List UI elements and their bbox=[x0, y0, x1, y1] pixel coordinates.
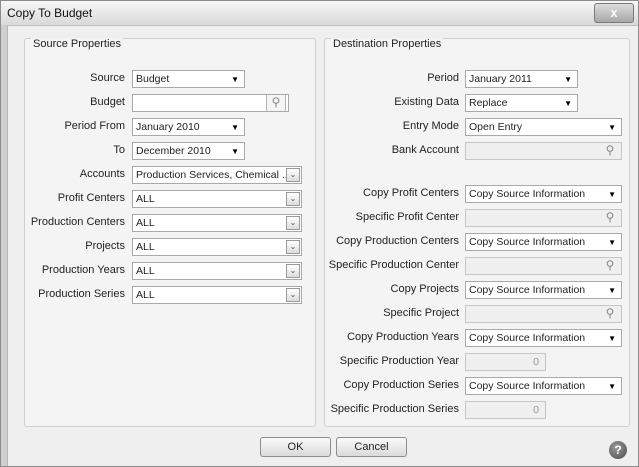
specific-project-label: Specific Project bbox=[383, 307, 459, 319]
ellipsis-button-icon[interactable]: ⌄ bbox=[286, 192, 300, 206]
projects-label: Projects bbox=[85, 240, 125, 252]
chevron-down-icon: ▼ bbox=[564, 75, 572, 84]
copy-production-centers-dropdown[interactable]: Copy Source Information ▼ bbox=[465, 233, 622, 251]
bank-account-label: Bank Account bbox=[391, 144, 459, 156]
period-from-dropdown[interactable]: January 2010 ▼ bbox=[132, 118, 245, 136]
profit-centers-value: ALL bbox=[136, 193, 155, 205]
copy-production-series-label: Copy Production Series bbox=[343, 379, 459, 391]
copy-to-budget-dialog: Copy To Budget x Source Properties Sourc… bbox=[0, 0, 639, 467]
magnifier-icon[interactable]: ⚲ bbox=[601, 306, 619, 322]
specific-profit-center-label: Specific Profit Center bbox=[355, 211, 459, 223]
chevron-down-icon: ▼ bbox=[608, 123, 616, 132]
to-label: To bbox=[113, 144, 125, 156]
production-years-field[interactable]: ALL ⌄ bbox=[132, 262, 302, 280]
profit-centers-field[interactable]: ALL ⌄ bbox=[132, 190, 302, 208]
existing-data-label: Existing Data bbox=[394, 96, 459, 108]
profit-centers-label: Profit Centers bbox=[57, 192, 125, 204]
entry-mode-value: Open Entry bbox=[469, 121, 523, 133]
copy-production-series-dropdown[interactable]: Copy Source Information ▼ bbox=[465, 377, 622, 395]
magnifier-icon[interactable]: ⚲ bbox=[601, 258, 619, 274]
cancel-button[interactable]: Cancel bbox=[336, 437, 407, 457]
window-title: Copy To Budget bbox=[7, 6, 93, 20]
period-from-label: Period From bbox=[64, 120, 125, 132]
budget-label: Budget bbox=[90, 96, 125, 108]
chevron-down-icon: ▼ bbox=[231, 75, 239, 84]
chevron-down-icon: ▼ bbox=[564, 99, 572, 108]
specific-production-year-field[interactable]: 0 bbox=[465, 353, 546, 371]
specific-production-center-label: Specific Production Center bbox=[328, 259, 459, 271]
entry-mode-label: Entry Mode bbox=[402, 120, 459, 132]
production-years-value: ALL bbox=[136, 265, 155, 277]
window-left-edge bbox=[1, 25, 8, 466]
bank-account-field[interactable]: ⚲ bbox=[465, 142, 622, 160]
magnifier-icon[interactable]: ⚲ bbox=[266, 95, 286, 111]
chevron-down-icon: ▼ bbox=[608, 334, 616, 343]
ellipsis-button-icon[interactable]: ⌄ bbox=[286, 216, 300, 230]
accounts-field[interactable]: Production Services, Chemical ... ⌄ bbox=[132, 166, 302, 184]
copy-production-centers-label: Copy Production Centers bbox=[336, 235, 459, 247]
specific-production-series-label: Specific Production Series bbox=[330, 403, 459, 415]
copy-production-centers-value: Copy Source Information bbox=[469, 236, 586, 248]
magnifier-icon[interactable]: ⚲ bbox=[601, 210, 619, 226]
projects-field[interactable]: ALL ⌄ bbox=[132, 238, 302, 256]
magnifier-icon[interactable]: ⚲ bbox=[601, 143, 619, 159]
period-dropdown[interactable]: January 2011 ▼ bbox=[465, 70, 578, 88]
projects-value: ALL bbox=[136, 241, 155, 253]
chevron-down-icon: ▼ bbox=[231, 123, 239, 132]
accounts-label: Accounts bbox=[79, 168, 125, 180]
production-years-label: Production Years bbox=[41, 264, 125, 276]
production-centers-field[interactable]: ALL ⌄ bbox=[132, 214, 302, 232]
specific-production-series-field[interactable]: 0 bbox=[465, 401, 546, 419]
destination-properties-heading: Destination Properties bbox=[331, 38, 444, 50]
chevron-down-icon: ▼ bbox=[231, 147, 239, 156]
period-from-value: January 2010 bbox=[136, 121, 200, 133]
period-label: Period bbox=[427, 72, 459, 84]
specific-production-year-label: Specific Production Year bbox=[339, 355, 459, 367]
production-series-field[interactable]: ALL ⌄ bbox=[132, 286, 302, 304]
production-series-value: ALL bbox=[136, 289, 155, 301]
production-series-label: Production Series bbox=[38, 288, 125, 300]
copy-production-series-value: Copy Source Information bbox=[469, 380, 586, 392]
budget-field[interactable]: ⚲ bbox=[132, 94, 289, 112]
existing-data-value: Replace bbox=[469, 97, 508, 109]
entry-mode-dropdown[interactable]: Open Entry ▼ bbox=[465, 118, 622, 136]
to-dropdown[interactable]: December 2010 ▼ bbox=[132, 142, 245, 160]
copy-projects-dropdown[interactable]: Copy Source Information ▼ bbox=[465, 281, 622, 299]
help-icon[interactable]: ? bbox=[609, 441, 627, 459]
ok-button[interactable]: OK bbox=[260, 437, 331, 457]
ellipsis-button-icon[interactable]: ⌄ bbox=[286, 264, 300, 278]
specific-profit-center-field[interactable]: ⚲ bbox=[465, 209, 622, 227]
close-button[interactable]: x bbox=[594, 3, 634, 23]
source-value: Budget bbox=[136, 73, 170, 85]
ellipsis-button-icon[interactable]: ⌄ bbox=[286, 240, 300, 254]
production-centers-value: ALL bbox=[136, 217, 155, 229]
ellipsis-button-icon[interactable]: ⌄ bbox=[286, 288, 300, 302]
copy-profit-centers-label: Copy Profit Centers bbox=[363, 187, 459, 199]
source-dropdown[interactable]: Budget ▼ bbox=[132, 70, 245, 88]
title-bar[interactable]: Copy To Budget x bbox=[1, 1, 638, 26]
copy-profit-centers-value: Copy Source Information bbox=[469, 188, 586, 200]
source-label: Source bbox=[90, 72, 125, 84]
chevron-down-icon: ▼ bbox=[608, 190, 616, 199]
chevron-down-icon: ▼ bbox=[608, 238, 616, 247]
copy-projects-label: Copy Projects bbox=[390, 283, 459, 295]
copy-production-years-label: Copy Production Years bbox=[347, 331, 459, 343]
copy-production-years-value: Copy Source Information bbox=[469, 332, 586, 344]
to-value: December 2010 bbox=[136, 145, 211, 157]
source-properties-heading: Source Properties bbox=[31, 38, 124, 50]
specific-project-field[interactable]: ⚲ bbox=[465, 305, 622, 323]
copy-production-years-dropdown[interactable]: Copy Source Information ▼ bbox=[465, 329, 622, 347]
accounts-value: Production Services, Chemical ... bbox=[136, 169, 291, 181]
period-value: January 2011 bbox=[469, 73, 532, 85]
copy-profit-centers-dropdown[interactable]: Copy Source Information ▼ bbox=[465, 185, 622, 203]
existing-data-dropdown[interactable]: Replace ▼ bbox=[465, 94, 578, 112]
specific-production-center-field[interactable]: ⚲ bbox=[465, 257, 622, 275]
copy-projects-value: Copy Source Information bbox=[469, 284, 586, 296]
production-centers-label: Production Centers bbox=[30, 216, 125, 228]
chevron-down-icon: ▼ bbox=[608, 382, 616, 391]
ellipsis-button-icon[interactable]: ⌄ bbox=[286, 168, 300, 182]
chevron-down-icon: ▼ bbox=[608, 286, 616, 295]
